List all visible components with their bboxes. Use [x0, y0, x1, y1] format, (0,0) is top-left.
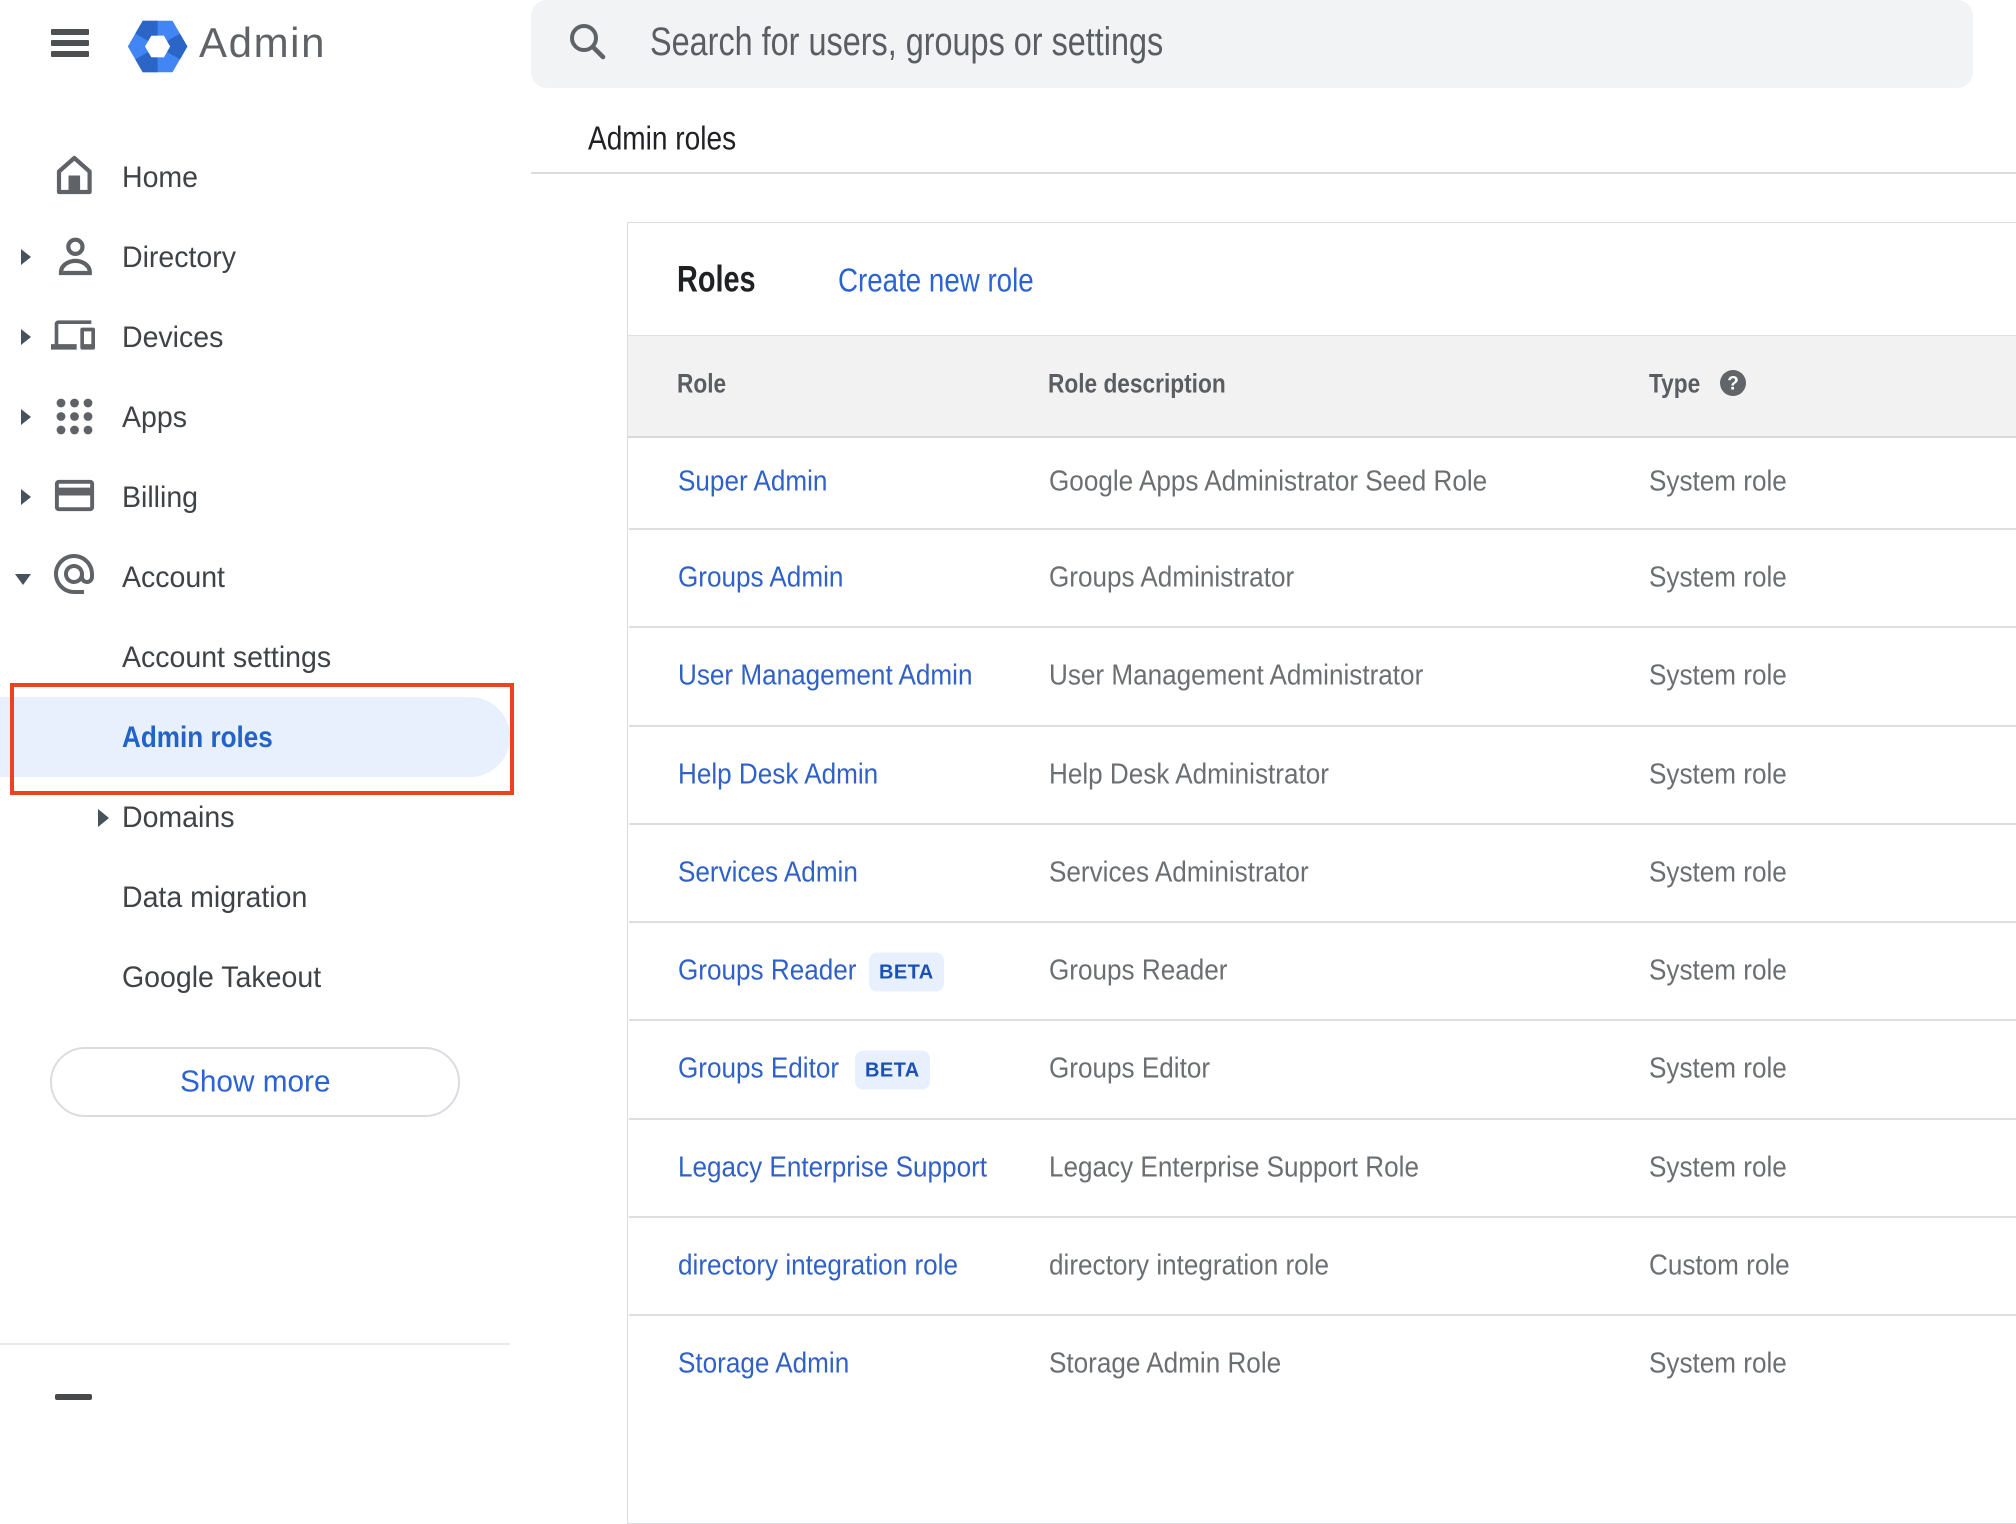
- svg-text:?: ?: [1727, 374, 1739, 395]
